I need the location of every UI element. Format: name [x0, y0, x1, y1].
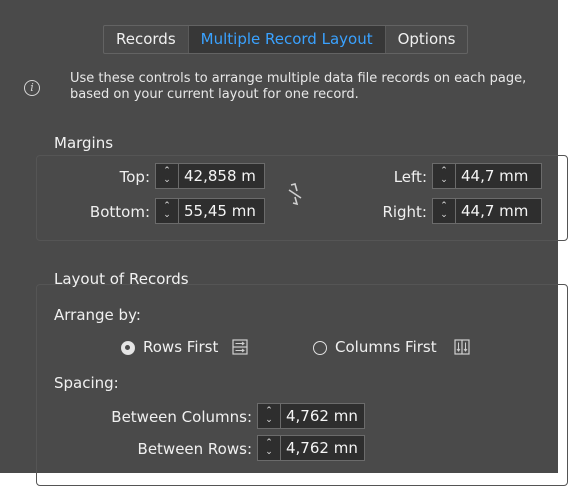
dialog-panel: Records Multiple Record Layout Options i… [0, 0, 568, 486]
tab-multiple-record-layout[interactable]: Multiple Record Layout [187, 26, 385, 53]
between-rows-label: Between Rows: [137, 440, 252, 458]
rows-first-radio[interactable] [121, 341, 135, 355]
stepper-arrows-icon[interactable]: ⌃ ⌄ [156, 199, 179, 223]
info-icon: i [24, 80, 40, 96]
columns-first-icon [454, 339, 470, 355]
right-margin-field[interactable]: ⌃ ⌄ 44,7 mm [432, 198, 542, 224]
tab-records[interactable]: Records [104, 26, 188, 53]
stepper-arrows-icon[interactable]: ⌃ ⌄ [433, 164, 456, 188]
info-text: Use these controls to arrange multiple d… [70, 71, 527, 102]
top-margin-value[interactable]: 42,858 m [179, 164, 264, 188]
arrange-label: Arrange by: [54, 306, 141, 324]
stepper-arrows-icon[interactable]: ⌃ ⌄ [433, 199, 456, 223]
margins-title: Margins [54, 134, 114, 152]
between-columns-value[interactable]: 4,762 mn [281, 404, 364, 428]
tab-options[interactable]: Options [384, 26, 468, 53]
right-margin-value[interactable]: 44,7 mm [456, 199, 541, 223]
bottom-label: Bottom: [89, 203, 150, 221]
columns-first-radio[interactable] [313, 341, 327, 355]
between-rows-field[interactable]: ⌃ ⌄ 4,762 mn [257, 435, 365, 461]
rows-first-label[interactable]: Rows First [143, 338, 218, 356]
broken-chain-icon[interactable] [286, 182, 304, 206]
rows-first-icon [232, 339, 248, 355]
stepper-arrows-icon[interactable]: ⌃ ⌄ [258, 404, 281, 428]
left-margin-field[interactable]: ⌃ ⌄ 44,7 mm [432, 163, 542, 189]
top-margin-field[interactable]: ⌃ ⌄ 42,858 m [155, 163, 265, 189]
bottom-margin-value[interactable]: 55,45 mn [179, 199, 264, 223]
layout-title: Layout of Records [54, 270, 189, 288]
columns-first-label[interactable]: Columns First [335, 338, 437, 356]
stepper-arrows-icon[interactable]: ⌃ ⌄ [156, 164, 179, 188]
top-label: Top: [119, 168, 150, 186]
bottom-margin-field[interactable]: ⌃ ⌄ 55,45 mn [155, 198, 265, 224]
left-label: Left: [393, 168, 427, 186]
stepper-arrows-icon[interactable]: ⌃ ⌄ [258, 436, 281, 460]
left-margin-value[interactable]: 44,7 mm [456, 164, 541, 188]
right-label: Right: [382, 203, 427, 221]
tab-bar: Records Multiple Record Layout Options [103, 25, 469, 54]
between-columns-field[interactable]: ⌃ ⌄ 4,762 mn [257, 403, 365, 429]
between-rows-value[interactable]: 4,762 mn [281, 436, 364, 460]
between-columns-label: Between Columns: [111, 408, 252, 426]
spacing-label: Spacing: [54, 374, 119, 392]
